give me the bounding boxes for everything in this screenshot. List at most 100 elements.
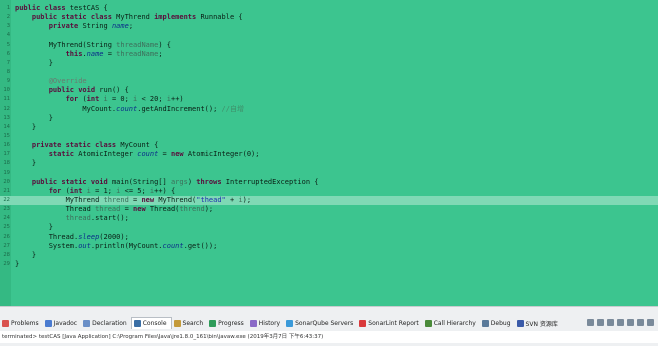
tab-declaration[interactable]: Declaration (81, 318, 131, 329)
code-text: } (15, 159, 36, 168)
line-number: 20 (3, 178, 10, 185)
code-token: args (170, 177, 188, 186)
code-line[interactable]: 14 } (0, 123, 658, 132)
line-number: 10 (3, 87, 10, 94)
tab-sonarlint-report[interactable]: SonarLint Report (357, 318, 422, 329)
display-console-icon[interactable] (627, 319, 634, 326)
code-line[interactable]: 25 } (0, 223, 658, 232)
code-line[interactable]: 21 for (int i = 1; i <= 5; i++) { (0, 187, 658, 196)
code-line[interactable]: 16 private static class MyCount { (0, 141, 658, 150)
line-number: 6 (6, 50, 10, 57)
console-icon (133, 320, 141, 327)
tab-svn[interactable]: SVN 资源库 (515, 318, 562, 329)
code-line[interactable]: 6 this.name = threadName; (0, 50, 658, 59)
code-token: count (162, 241, 184, 250)
code-line[interactable]: 24 thread.start(); (0, 214, 658, 223)
code-line[interactable]: 29} (0, 260, 658, 269)
code-text: System.out.println(MyCount.count.get()); (15, 241, 218, 251)
code-token: public static class (31, 13, 117, 22)
code-token: Thread( (149, 205, 180, 214)
code-line[interactable]: 13 } (0, 114, 658, 123)
code-editor[interactable]: 1 public class testCAS {2 public static c… (0, 0, 658, 306)
code-line[interactable]: 2 public static class MyThrend implement… (0, 13, 658, 22)
pin-console-icon[interactable] (617, 319, 624, 326)
line-number: 26 (3, 233, 10, 240)
call-hierarchy-icon (424, 319, 432, 327)
code-token: thrend (103, 195, 129, 204)
tab-search[interactable]: Search (172, 318, 208, 329)
code-token: public static void (31, 177, 112, 186)
code-token: thread (65, 214, 91, 223)
code-line[interactable]: 28 } (0, 251, 658, 260)
tab-label: History (258, 319, 281, 327)
code-line[interactable]: 20 public static void main(String[] args… (0, 178, 658, 187)
tab-console[interactable]: Console (130, 317, 172, 329)
line-number: 29 (3, 260, 10, 267)
code-line[interactable]: 12 MyCount.count.getAndIncrement(); //自增 (0, 105, 658, 114)
tab-problems[interactable]: Problems (0, 318, 43, 329)
sonarlint-icon (359, 319, 367, 327)
code-line[interactable]: 9 @Override (0, 77, 658, 86)
code-line[interactable]: 11 for (int i = 0; i < 20; i++) (0, 95, 658, 104)
code-text: Thread thread = new Thread(thrend); (15, 205, 214, 214)
line-number: 16 (3, 142, 10, 149)
line-number: 3 (6, 23, 10, 30)
code-token: } (15, 58, 53, 67)
line-number: 9 (6, 78, 10, 85)
code-token: testCAS { (69, 4, 108, 12)
code-text: } (15, 251, 36, 260)
tab-debug[interactable]: Debug (480, 318, 515, 329)
tab-history[interactable]: History (248, 318, 284, 329)
maximize-icon[interactable] (647, 319, 654, 326)
code-line[interactable]: 1 public class testCAS { (0, 4, 658, 13)
code-line[interactable]: 7 } (0, 59, 658, 68)
code-token: count (137, 150, 159, 159)
code-token: = (158, 150, 171, 159)
code-token: MyCount. (15, 104, 117, 113)
code-line[interactable]: 5 MyThrend(String threadName) { (0, 41, 658, 50)
clear-console-icon[interactable] (587, 319, 594, 326)
code-token: < 20; (137, 95, 167, 104)
tab-javadoc[interactable]: Javadoc (43, 318, 81, 329)
remove-launch-icon[interactable] (597, 319, 604, 326)
code-token: } (15, 122, 37, 131)
code-line[interactable]: 10 public void run() { (0, 86, 658, 95)
code-line[interactable]: 8 (0, 68, 658, 77)
code-token: } (15, 259, 20, 268)
code-line[interactable]: 22 MyThrend thrend = new MyThrend("thead… (0, 195, 658, 206)
code-line[interactable]: 27 System.out.println(MyCount.count.get(… (0, 242, 658, 251)
code-line[interactable]: 15 (0, 132, 658, 141)
code-token: System. (15, 241, 79, 250)
code-token: .getAndIncrement(); (137, 104, 222, 113)
search-icon (173, 319, 181, 327)
code-token: new (170, 150, 188, 159)
code-line[interactable]: 4 (0, 31, 658, 40)
code-token: for (48, 186, 66, 195)
tab-label: Search (182, 319, 204, 327)
code-line[interactable]: 17 static AtomicInteger count = new Atom… (0, 150, 658, 159)
code-text: } (15, 260, 19, 269)
code-token: InterruptedException { (225, 177, 319, 186)
code-token: new (141, 195, 159, 204)
code-line[interactable]: 18 } (0, 159, 658, 168)
code-line[interactable]: 19 (0, 169, 658, 178)
code-token: = 1; (90, 186, 117, 195)
minimize-icon[interactable] (637, 319, 644, 326)
code-token: .get()); (183, 241, 218, 250)
code-line[interactable]: 3 private String name; (0, 22, 658, 31)
code-area[interactable]: 1 public class testCAS {2 public static c… (0, 4, 658, 269)
code-token: name (111, 22, 129, 31)
code-token: (2000); (99, 232, 129, 241)
tab-progress[interactable]: Progress (207, 318, 248, 329)
code-token: int (69, 186, 87, 195)
code-token: ++) (170, 95, 184, 104)
scroll-lock-icon[interactable] (607, 319, 614, 326)
code-line[interactable]: 26 Thread.sleep(2000); (0, 233, 658, 242)
code-token: MyThrend (116, 13, 155, 22)
tab-call-hierarchy[interactable]: Call Hierarchy (423, 318, 480, 329)
code-line[interactable]: 23 Thread thread = new Thread(thrend); (0, 205, 658, 214)
tab-sonarqube-servers[interactable]: SonarQube Servers (284, 318, 357, 329)
